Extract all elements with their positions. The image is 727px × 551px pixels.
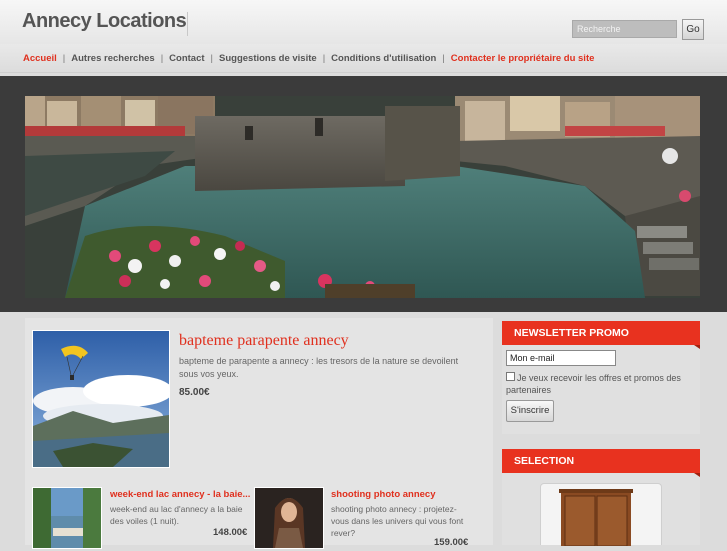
- main-nav: Accueil | Autres recherches | Contact | Sugges…: [0, 44, 727, 73]
- nav-separator: |: [62, 53, 66, 64]
- card-price: 148.00€: [213, 527, 248, 538]
- paraglider-photo: [33, 331, 169, 467]
- featured-image[interactable]: [32, 330, 170, 468]
- site-header: Annecy Locations Recherche Go: [0, 0, 727, 44]
- card-description: week-end au lac d'annecy a la baie des v…: [110, 504, 243, 526]
- portrait-photo: [255, 488, 323, 548]
- search-button[interactable]: Go: [682, 19, 704, 40]
- nav-item-conditions[interactable]: Conditions d'utilisation: [331, 53, 436, 64]
- annecy-canal-illustration: [25, 96, 700, 298]
- title-divider: [187, 12, 188, 36]
- featured-description: bapteme de parapente a annecy : les tres…: [179, 356, 459, 379]
- nav-separator: |: [442, 53, 445, 64]
- nav-item-suggestions[interactable]: Suggestions de visite: [219, 53, 317, 64]
- card-image-lake[interactable]: [32, 487, 102, 549]
- newsletter-checkbox-label: Je veux recevoir les offres et promos de…: [506, 373, 681, 395]
- nav-item-autres-recherches[interactable]: Autres recherches: [71, 53, 154, 64]
- site-title[interactable]: Annecy Locations: [22, 10, 187, 33]
- card-price: 159.00€: [434, 537, 469, 548]
- banner-image: [25, 96, 700, 298]
- newsletter-email-field[interactable]: Mon e-mail: [506, 350, 616, 366]
- nav-item-contact-owner[interactable]: Contacter le propriétaire du site: [451, 53, 595, 64]
- newsletter-header: NEWSLETTER PROMO: [502, 321, 700, 349]
- nav-item-accueil[interactable]: Accueil: [23, 53, 57, 64]
- subscribe-button[interactable]: S'inscrire: [506, 400, 554, 422]
- card-description: shooting photo annecy : projetez-vous da…: [331, 504, 464, 538]
- selection-header: SELECTION: [502, 449, 700, 477]
- nav-separator: |: [160, 53, 164, 64]
- nav-separator: |: [322, 53, 326, 64]
- nav-item-contact[interactable]: Contact: [169, 53, 204, 64]
- nav-list: Accueil | Autres recherches | Contact | Sugges…: [23, 53, 594, 64]
- featured-price: 85.00€: [179, 387, 210, 398]
- search-input[interactable]: Recherche: [572, 20, 677, 38]
- lake-photo: [33, 488, 101, 548]
- nav-separator: |: [210, 53, 214, 64]
- card-image-shooting[interactable]: [254, 487, 324, 549]
- featured-title[interactable]: bapteme parapente annecy: [179, 332, 349, 350]
- wardrobe-image: [559, 489, 633, 547]
- card-title[interactable]: week-end lac annecy - la baie...: [110, 489, 250, 500]
- selection-product-card[interactable]: [540, 483, 662, 547]
- card-title[interactable]: shooting photo annecy: [331, 489, 436, 500]
